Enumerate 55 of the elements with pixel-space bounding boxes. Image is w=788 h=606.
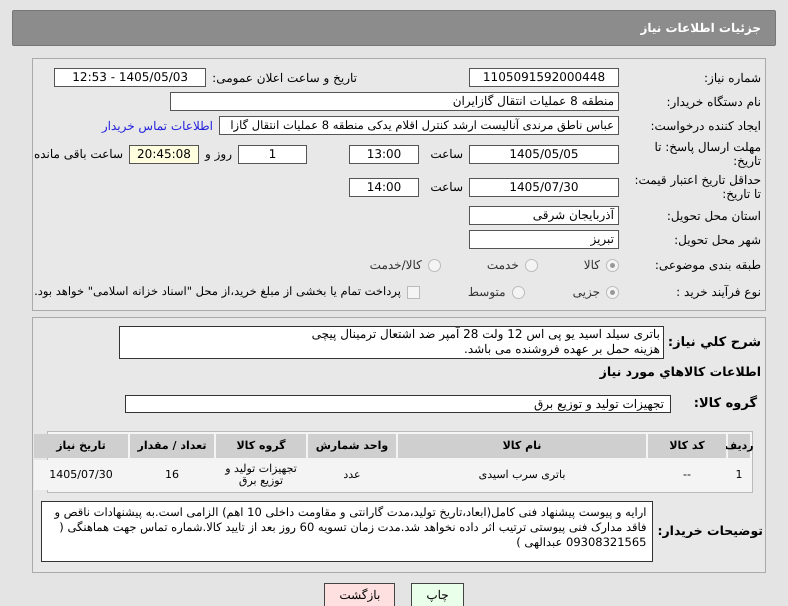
input-field[interactable]: 20:45:08 <box>129 144 199 164</box>
page-title: جزئیات اطلاعات نیاز <box>640 20 761 37</box>
buyer-contact-link[interactable]: اطلاعات تماس خریدار <box>102 116 213 134</box>
input-field[interactable]: تبریز <box>469 230 619 249</box>
radio-button[interactable] <box>512 286 525 298</box>
input-field[interactable]: 1105091592000448 <box>469 68 619 87</box>
field-label: طبقه بندی موضوعی: <box>654 258 762 272</box>
field-label: روز و <box>205 146 232 163</box>
field-label: تاریخ و ساعت اعلان عمومی: <box>212 70 357 86</box>
field-label: نام دستگاه خریدار: <box>666 94 762 108</box>
field-label: توضیحات خریدار: <box>657 522 763 540</box>
input-field[interactable]: عباس ناطق مرندی آنالیست ارشد کنترل اقلام یدکی منطقه 8 عملیات انتقال گازا <box>219 116 619 135</box>
radio-label: جزیی <box>572 284 600 301</box>
field-label: گروه کالا: <box>692 394 757 413</box>
field-label: ساعت باقی مانده <box>34 146 123 163</box>
radio-label: متوسط <box>468 284 506 301</box>
radio-button[interactable] <box>524 258 538 272</box>
back-button[interactable]: بازگشت <box>324 583 396 606</box>
input-field[interactable]: 14:00 <box>349 178 419 196</box>
input-field[interactable]: 1405/05/03 - 12:53 <box>54 68 206 87</box>
input-field[interactable]: تجهیزات تولید و توزیع برق <box>125 394 671 412</box>
field-label: شماره نیاز: <box>703 70 762 84</box>
input-field[interactable]: 1405/05/05 <box>469 144 619 164</box>
description-box[interactable]: باتری سیلد اسید یو پی اس 12 ولت 28 آمپر ضد اشتعال ترمینال پیچی هزینه حمل بر عهده فروشنده می باشد. <box>118 326 664 359</box>
column-header: تاریخ نیاز <box>34 434 128 458</box>
input-field[interactable]: منطقه 8 عملیات انتقال گازایران <box>170 92 619 111</box>
column-header: گروه کالا <box>216 434 306 458</box>
notes-box[interactable]: ارایه و پیوست پیشنهاد فنی کامل(ابعاد،تاریخ تولید،مدت گارانتی و مقاومت داخلی 10 اهم) الزامی است.به پیشنهادات ناقص و فاقد مدارک فنی پیوستی ترتیب اثر داده نخواهد شد.مدت زمان تسویه 60 روز بعد از تایید کالا.شماره تماس جهت هماهنگی ( 09308321565 عبدالهی ) <box>41 501 654 562</box>
input-field[interactable]: 1 <box>238 144 307 164</box>
radio-label: کالا <box>584 257 600 274</box>
field-label: شهر محل تحویل: <box>673 232 762 246</box>
radio-label: کالا/خدمت <box>370 257 422 274</box>
input-field[interactable]: 1405/07/30 <box>469 178 619 196</box>
field-label: ساعت <box>429 146 463 163</box>
column-header: نام کالا <box>398 434 646 458</box>
checkbox[interactable] <box>406 286 420 298</box>
radio-button[interactable] <box>606 258 619 272</box>
column-header: کد کالا <box>648 434 726 458</box>
column-header: تعداد / مقدار <box>130 434 214 458</box>
column-header: واحد شمارش <box>308 434 396 458</box>
field-label: شرح کلي نياز: <box>668 334 761 352</box>
input-field[interactable]: 13:00 <box>349 144 419 164</box>
field-label: ساعت <box>429 179 463 196</box>
print-button[interactable]: چاپ <box>411 583 464 606</box>
payment-note: پرداخت تمام یا بخشی از مبلغ خرید،از محل "اسناد خزانه اسلامی" خواهد بود. <box>34 283 401 300</box>
field-label: حداقل تاریخ اعتبار قیمت: تا تاریخ: <box>633 173 762 201</box>
section-title: اطلاعات کالاهاي مورد نياز <box>598 363 762 381</box>
radio-label: خدمت <box>486 257 519 274</box>
field-label: نوع فرآیند خرید : <box>675 285 762 299</box>
field-label: ایجاد کننده درخواست: <box>649 118 762 132</box>
input-field[interactable]: آذربایجان شرقی <box>469 206 619 225</box>
radio-button[interactable] <box>428 258 441 272</box>
field-label: مهلت ارسال پاسخ: تا تاریخ: <box>653 140 762 168</box>
radio-button[interactable] <box>606 286 619 298</box>
field-label: استان محل تحویل: <box>666 208 762 222</box>
